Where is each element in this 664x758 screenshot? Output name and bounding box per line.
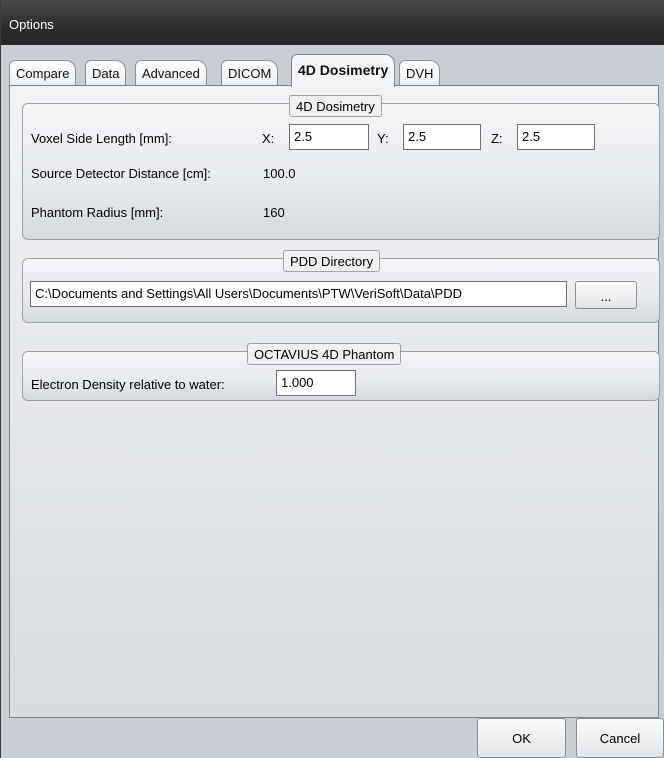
dosimetry-group: 4D Dosimetry Voxel Side Length [mm]: X: … xyxy=(22,95,660,240)
pdd-directory-input[interactable]: C:\Documents and Settings\All Users\Docu… xyxy=(30,281,567,307)
dialog-button-bar: OK Cancel xyxy=(1,718,664,758)
dosimetry-group-title: 4D Dosimetry xyxy=(289,95,382,117)
phantom-radius-value: 160 xyxy=(263,205,285,220)
options-window: Options Compare Data Advanced DICOM DVH … xyxy=(0,0,664,758)
tab-compare[interactable]: Compare xyxy=(9,60,77,86)
phantom-radius-label: Phantom Radius [mm]: xyxy=(31,205,164,220)
octavius-phantom-group: OCTAVIUS 4D Phantom Electron Density rel… xyxy=(22,343,660,401)
title-bar: Options xyxy=(1,0,664,45)
source-detector-distance-label: Source Detector Distance [cm]: xyxy=(31,166,211,181)
browse-button[interactable]: ... xyxy=(575,281,637,309)
tab-4d-dosimetry[interactable]: 4D Dosimetry xyxy=(291,54,396,87)
voxel-side-length-label: Voxel Side Length [mm]: xyxy=(31,131,172,146)
voxel-z-input[interactable]: 2.5 xyxy=(517,124,595,150)
pdd-directory-group: PDD Directory C:\Documents and Settings\… xyxy=(22,250,660,323)
voxel-x-input[interactable]: 2.5 xyxy=(289,124,369,150)
pdd-directory-group-title: PDD Directory xyxy=(283,250,381,272)
tab-dicom[interactable]: DICOM xyxy=(221,60,279,86)
voxel-y-input[interactable]: 2.5 xyxy=(403,124,481,150)
cancel-button[interactable]: Cancel xyxy=(576,718,664,758)
voxel-y-label: Y: xyxy=(377,131,389,146)
electron-density-input[interactable]: 1.000 xyxy=(276,370,356,396)
tab-strip: Compare Data Advanced DICOM DVH 4D Dosim… xyxy=(9,54,659,87)
tab-advanced[interactable]: Advanced xyxy=(135,60,207,86)
voxel-x-label: X: xyxy=(262,131,275,146)
source-detector-distance-value: 100.0 xyxy=(263,166,296,181)
tab-dvh[interactable]: DVH xyxy=(399,60,441,86)
tab-data[interactable]: Data xyxy=(85,60,127,86)
electron-density-label: Electron Density relative to water: xyxy=(31,377,225,392)
ok-button[interactable]: OK xyxy=(477,718,566,758)
octavius-phantom-group-title: OCTAVIUS 4D Phantom xyxy=(247,343,402,365)
voxel-z-label: Z: xyxy=(491,131,503,146)
tab-panel-4d-dosimetry: 4D Dosimetry Voxel Side Length [mm]: X: … xyxy=(9,85,660,718)
window-title: Options xyxy=(9,17,54,32)
